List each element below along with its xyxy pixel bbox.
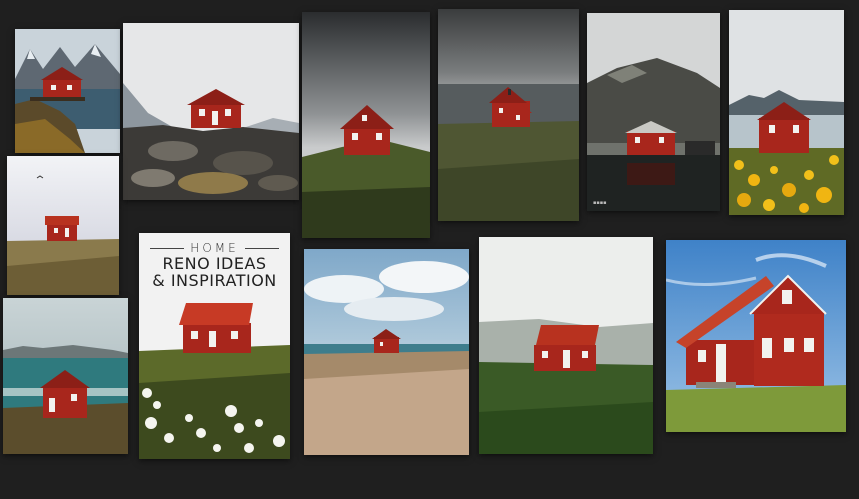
photo-boathouse-mist[interactable]: ▪▪▪▪ bbox=[587, 13, 720, 211]
photo-cabin-rocky-shore[interactable] bbox=[15, 29, 120, 153]
photo-cabin-yellow-flowers-image bbox=[729, 10, 844, 215]
pin-caption-line1: RENO IDEAS bbox=[162, 254, 267, 273]
photo-boathouse-mist-image bbox=[587, 13, 720, 211]
photo-cabin-blue-sky[interactable] bbox=[666, 240, 846, 432]
photo-small-cabin-grass[interactable] bbox=[304, 249, 469, 455]
photo-cabin-stormy-sea-image bbox=[438, 9, 579, 221]
photo-cabin-green-hill[interactable] bbox=[479, 237, 653, 454]
photo-cabin-on-rocks[interactable] bbox=[123, 23, 299, 200]
photo-cabin-turquoise-sea-image bbox=[3, 298, 128, 454]
photo-cabin-on-rocks-image bbox=[123, 23, 299, 200]
photo-cabin-rocky-shore-image bbox=[15, 29, 120, 153]
photo-cabin-dark-sky-hill[interactable] bbox=[302, 12, 430, 238]
photo-cabin-green-hill-image bbox=[479, 237, 653, 454]
pin-home-reno-ideas[interactable]: HOME RENO IDEAS & INSPIRATION bbox=[139, 233, 290, 459]
photo-cabin-blue-sky-image bbox=[666, 240, 846, 432]
photo-cabin-turquoise-sea[interactable] bbox=[3, 298, 128, 454]
pin-caption-home: HOME bbox=[139, 241, 290, 255]
photo-small-cabin-grass-image bbox=[304, 249, 469, 455]
photo-cabin-dry-grass-image bbox=[7, 156, 119, 295]
photo-cabin-stormy-sea[interactable] bbox=[438, 9, 579, 221]
photo-credit: ▪▪▪▪ bbox=[593, 200, 607, 206]
pin-caption-line2: & INSPIRATION bbox=[152, 271, 277, 290]
photo-cabin-dry-grass[interactable] bbox=[7, 156, 119, 295]
pin-caption: HOME RENO IDEAS & INSPIRATION bbox=[139, 241, 290, 289]
photo-cabin-dark-sky-hill-image bbox=[302, 12, 430, 238]
photo-cabin-yellow-flowers[interactable] bbox=[729, 10, 844, 215]
